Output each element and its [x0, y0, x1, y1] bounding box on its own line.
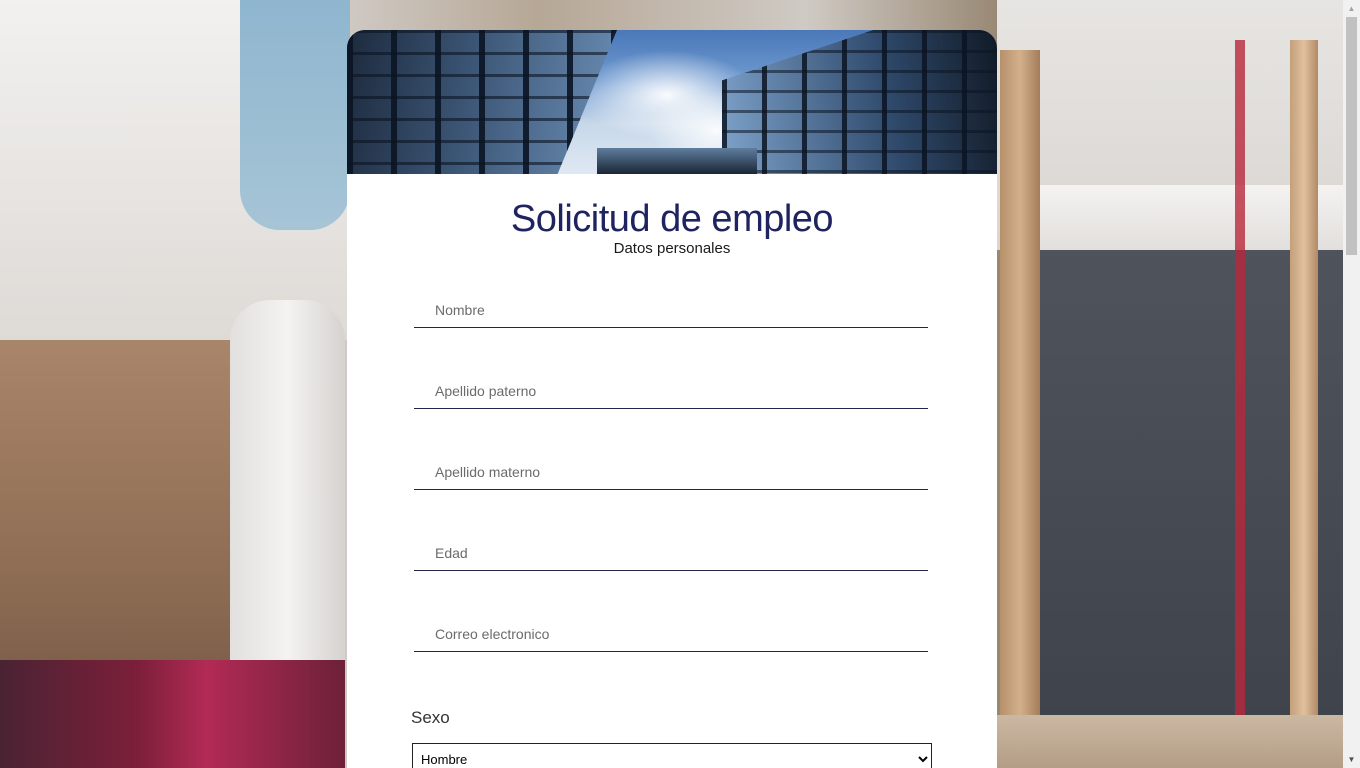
apellido-paterno-input[interactable]: [414, 373, 928, 409]
apellido-materno-input[interactable]: [414, 454, 928, 490]
scroll-up-arrow-icon[interactable]: ▲: [1343, 0, 1360, 17]
correo-input[interactable]: [414, 616, 928, 652]
page-scrollbar[interactable]: ▲ ▼: [1343, 0, 1360, 768]
application-form-card: Solicitud de empleo Datos personales Sex…: [347, 30, 997, 768]
scroll-down-arrow-icon[interactable]: ▼: [1343, 751, 1360, 768]
nombre-input[interactable]: [414, 292, 928, 328]
sexo-select[interactable]: Hombre: [412, 743, 932, 768]
sexo-label: Sexo: [411, 708, 450, 727]
edad-input[interactable]: [414, 535, 928, 571]
form-title: Solicitud de empleo: [510, 198, 834, 240]
scroll-thumb[interactable]: [1346, 17, 1357, 255]
header-buildings-image: [347, 30, 997, 174]
form-subtitle: Datos personales: [613, 240, 731, 257]
